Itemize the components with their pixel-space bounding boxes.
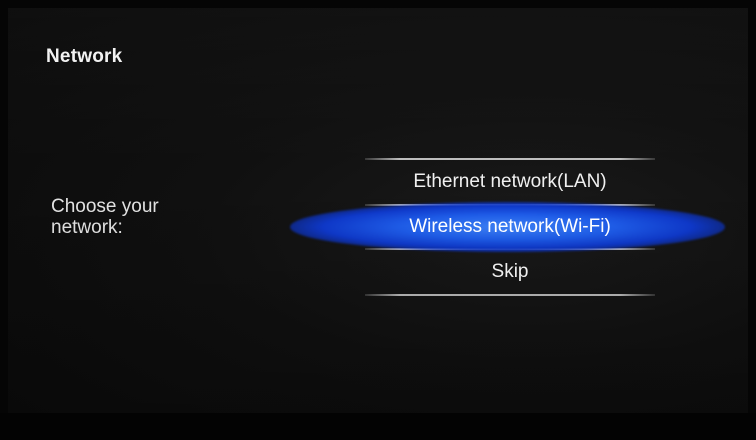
tv-screen: Network Choose your network: Ethernet ne… — [8, 8, 748, 413]
menu-item-skip[interactable]: Skip — [365, 250, 655, 294]
network-menu: Ethernet network(LAN) Wireless network(W… — [290, 158, 725, 296]
menu-item-ethernet[interactable]: Ethernet network(LAN) — [365, 160, 655, 204]
prompt-line-2: network: — [51, 217, 123, 238]
network-prompt: Choose your network: — [51, 196, 221, 238]
prompt-line-1: Choose your — [51, 196, 159, 217]
page-title: Network — [46, 46, 123, 67]
bottom-bezel — [0, 413, 756, 440]
menu-item-wireless[interactable]: Wireless network(Wi-Fi) — [290, 202, 725, 252]
menu-divider — [365, 294, 655, 296]
menu-item-label: Skip — [491, 261, 529, 282]
menu-item-label: Ethernet network(LAN) — [413, 171, 607, 192]
menu-item-label: Wireless network(Wi-Fi) — [409, 216, 611, 237]
